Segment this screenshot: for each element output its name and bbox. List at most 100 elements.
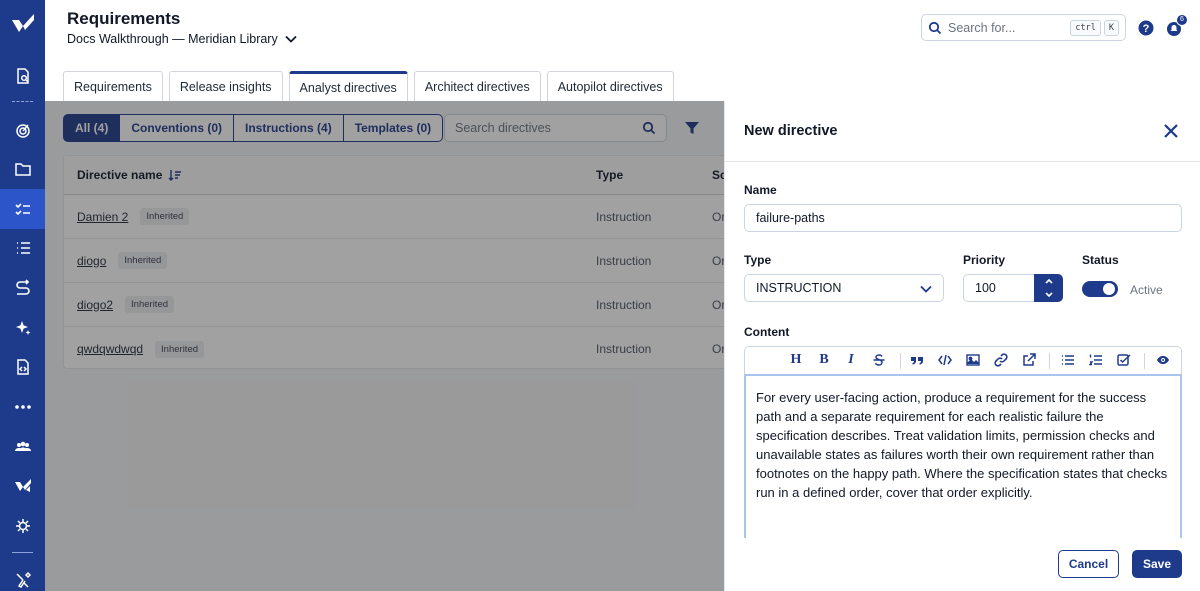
strikethrough-icon bbox=[873, 354, 885, 366]
priority-stepper[interactable] bbox=[1034, 274, 1063, 302]
help-icon[interactable]: ? bbox=[1138, 20, 1154, 36]
toolbar-separator bbox=[1144, 353, 1145, 369]
sidebar-item-autopilot[interactable] bbox=[0, 308, 45, 348]
notification-badge: 6 bbox=[1176, 14, 1188, 26]
save-button[interactable]: Save bbox=[1132, 550, 1182, 578]
bullet-list-button[interactable] bbox=[1060, 352, 1076, 368]
external-link-icon bbox=[1023, 353, 1036, 366]
sidebar-item-tools[interactable] bbox=[0, 560, 45, 591]
tab-analyst-directives[interactable]: Analyst directives bbox=[288, 71, 408, 102]
preview-button[interactable] bbox=[1155, 352, 1171, 368]
tab-autopilot-directives[interactable]: Autopilot directives bbox=[546, 71, 674, 102]
team-icon bbox=[14, 441, 31, 451]
sidebar bbox=[0, 0, 45, 591]
priority-value: 100 bbox=[975, 281, 996, 295]
image-icon bbox=[966, 354, 980, 366]
tools-icon bbox=[15, 571, 31, 588]
status-label: Status bbox=[1082, 253, 1119, 267]
priority-input[interactable]: 100 bbox=[963, 274, 1035, 302]
sidebar-item-list[interactable] bbox=[0, 228, 45, 268]
chevron-down-icon bbox=[920, 285, 932, 293]
type-select[interactable]: INSTRUCTION bbox=[744, 274, 944, 302]
tab-architect-directives[interactable]: Architect directives bbox=[413, 71, 541, 102]
link-button[interactable] bbox=[993, 352, 1009, 368]
panel-divider bbox=[725, 161, 1200, 162]
name-label: Name bbox=[744, 183, 777, 197]
list-icon bbox=[16, 242, 30, 254]
tab-requirements[interactable]: Requirements bbox=[63, 71, 163, 102]
external-link-button[interactable] bbox=[1021, 352, 1037, 368]
sidebar-divider-bottom bbox=[12, 552, 33, 553]
tab-release-insights[interactable]: Release insights bbox=[168, 71, 283, 102]
search-placeholder: Search for... bbox=[948, 20, 1016, 35]
sidebar-item-requirements[interactable] bbox=[0, 189, 45, 229]
sidebar-item-flows[interactable] bbox=[0, 268, 45, 308]
modal-backdrop[interactable] bbox=[45, 101, 724, 591]
sidebar-item-code[interactable] bbox=[0, 347, 45, 387]
code-file-icon bbox=[16, 359, 29, 375]
checkbox-icon bbox=[1117, 354, 1131, 366]
bold-button[interactable]: B bbox=[816, 352, 832, 368]
heading-button[interactable]: H bbox=[788, 352, 804, 368]
code-icon bbox=[938, 354, 952, 366]
panel-title: New directive bbox=[744, 123, 838, 139]
toolbar-separator bbox=[1049, 353, 1050, 369]
tab-bar: Requirements Release insights Analyst di… bbox=[63, 71, 674, 102]
priority-label: Priority bbox=[963, 253, 1006, 267]
eye-icon bbox=[1157, 356, 1169, 364]
new-directive-panel: New directive Name failure-paths Type IN… bbox=[724, 101, 1200, 591]
status-value: Active bbox=[1130, 283, 1163, 297]
more-icon bbox=[14, 405, 31, 409]
status-toggle[interactable] bbox=[1082, 281, 1118, 297]
target-icon bbox=[15, 124, 30, 138]
name-value: failure-paths bbox=[756, 211, 825, 225]
type-value: INSTRUCTION bbox=[756, 281, 842, 295]
content-editor[interactable]: For every user-facing action, produce a … bbox=[744, 374, 1182, 538]
sidebar-item-team[interactable] bbox=[0, 427, 45, 467]
project-name: Docs Walkthrough — Meridian Library bbox=[67, 32, 278, 46]
close-icon[interactable] bbox=[1162, 122, 1180, 140]
link-icon bbox=[994, 353, 1008, 367]
chevron-down-icon bbox=[285, 35, 297, 43]
sidebar-item-targets[interactable] bbox=[0, 110, 45, 150]
checklist-icon bbox=[14, 203, 30, 216]
bullet-list-icon bbox=[1062, 355, 1074, 365]
global-search[interactable]: Search for... ctrl K bbox=[921, 14, 1126, 41]
type-label: Type bbox=[744, 253, 772, 267]
numbered-list-icon bbox=[1089, 354, 1102, 366]
sidebar-divider bbox=[12, 101, 33, 102]
sidebar-item-brand[interactable] bbox=[0, 466, 45, 506]
shortcut-key: K bbox=[1103, 19, 1119, 36]
sidebar-item-debug[interactable] bbox=[0, 506, 45, 546]
svg-text:?: ? bbox=[1143, 23, 1150, 35]
code-button[interactable] bbox=[937, 352, 953, 368]
strikethrough-button[interactable] bbox=[871, 352, 887, 368]
search-icon bbox=[928, 21, 942, 34]
page-header: Requirements Docs Walkthrough — Meridian… bbox=[45, 0, 1200, 70]
app-logo-icon[interactable] bbox=[10, 12, 36, 38]
numbered-list-button[interactable] bbox=[1088, 352, 1104, 368]
image-button[interactable] bbox=[965, 352, 981, 368]
cancel-button[interactable]: Cancel bbox=[1058, 550, 1119, 578]
quote-icon bbox=[911, 357, 923, 365]
brand-mark-icon bbox=[14, 479, 31, 492]
folder-icon bbox=[14, 163, 31, 176]
name-input[interactable]: failure-paths bbox=[744, 204, 1182, 232]
quote-button[interactable] bbox=[909, 352, 925, 368]
toggle-knob bbox=[1103, 283, 1115, 295]
shortcut-ctrl: ctrl bbox=[1070, 19, 1101, 36]
page-title: Requirements bbox=[67, 9, 181, 28]
toolbar-separator bbox=[900, 353, 901, 369]
editor-toolbar: H B I bbox=[744, 346, 1182, 374]
sidebar-item-documents[interactable] bbox=[0, 56, 45, 96]
italic-button[interactable]: I bbox=[843, 352, 859, 368]
checklist-button[interactable] bbox=[1116, 352, 1132, 368]
project-selector[interactable]: Docs Walkthrough — Meridian Library bbox=[67, 32, 298, 46]
sparkle-icon bbox=[15, 321, 30, 335]
sidebar-item-more[interactable] bbox=[0, 387, 45, 427]
sidebar-item-files[interactable] bbox=[0, 149, 45, 189]
flow-icon bbox=[15, 279, 30, 295]
chevron-up-icon[interactable] bbox=[1044, 276, 1054, 286]
document-search-icon bbox=[16, 68, 29, 84]
chevron-down-icon[interactable] bbox=[1044, 290, 1054, 300]
